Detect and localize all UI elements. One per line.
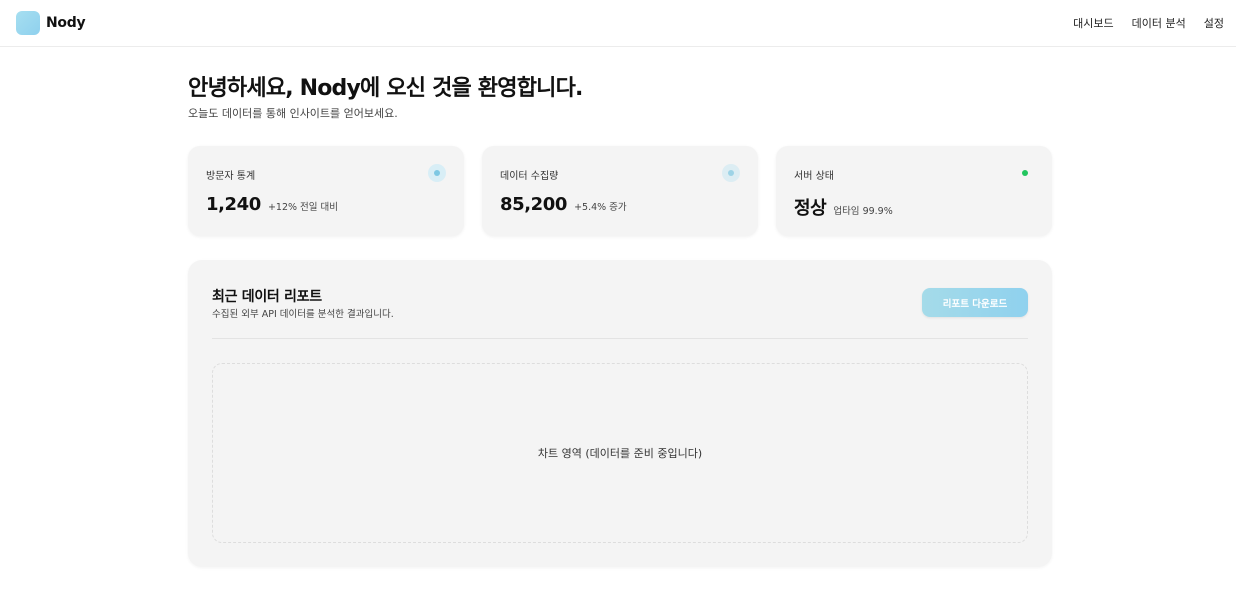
- top-nav-bar: Nody 대시보드 데이터 분석 설정: [0, 0, 1236, 47]
- stat-card-visitors: 방문자 통계 1,240 +12% 전일 대비: [188, 146, 464, 236]
- stat-delta: +5.4% 증가: [574, 202, 627, 213]
- report-subtitle: 수집된 외부 API 데이터를 분석한 결과입니다.: [212, 309, 394, 320]
- dot-icon: [728, 170, 734, 176]
- stat-label: 서버 상태: [794, 171, 834, 182]
- status-indicator-icon: [428, 164, 446, 182]
- main-nav: 대시보드 데이터 분석 설정: [1055, 15, 1224, 31]
- stat-value-row: 1,240 +12% 전일 대비: [206, 194, 338, 215]
- page-title: 안녕하세요, Nody에 오신 것을 환영합니다.: [188, 76, 583, 101]
- divider: [212, 338, 1028, 339]
- stat-card-data-volume: 데이터 수집량 85,200 +5.4% 증가: [482, 146, 758, 236]
- nav-link-data-analysis[interactable]: 데이터 분석: [1132, 15, 1186, 31]
- brand[interactable]: Nody: [16, 11, 86, 35]
- stat-value-row: 정상 업타임 99.9%: [794, 194, 893, 220]
- nav-link-dashboard[interactable]: 대시보드: [1073, 15, 1113, 31]
- stat-card-server-status: 서버 상태 정상 업타임 99.9%: [776, 146, 1052, 236]
- stat-label: 방문자 통계: [206, 171, 256, 182]
- chart-placeholder-text: 차트 영역 (데이터를 준비 중입니다): [537, 447, 703, 460]
- stat-value: 1,240: [206, 194, 261, 215]
- report-title: 최근 데이터 리포트: [212, 289, 322, 305]
- stat-delta: +12% 전일 대비: [267, 202, 339, 213]
- stat-value-row: 85,200 +5.4% 증가: [500, 194, 627, 215]
- dot-icon: [434, 170, 440, 176]
- status-indicator-icon: [1016, 164, 1034, 182]
- nav-link-settings[interactable]: 설정: [1204, 15, 1224, 31]
- stat-delta: 업타임 99.9%: [833, 206, 893, 217]
- chart-placeholder-area: 차트 영역 (데이터를 준비 중입니다): [212, 363, 1028, 543]
- download-report-button[interactable]: 리포트 다운로드: [922, 288, 1028, 317]
- page-subtitle: 오늘도 데이터를 통해 인사이트를 얻어보세요.: [188, 107, 398, 120]
- stat-value: 정상: [794, 198, 827, 219]
- report-card: 최근 데이터 리포트 수집된 외부 API 데이터를 분석한 결과입니다. 리포…: [188, 260, 1052, 567]
- status-indicator-icon: [722, 164, 740, 182]
- stat-value: 85,200: [500, 194, 568, 215]
- stat-label: 데이터 수집량: [500, 171, 559, 182]
- brand-name: Nody: [46, 15, 86, 31]
- logo-icon: [16, 11, 40, 35]
- online-dot-icon: [1022, 170, 1028, 176]
